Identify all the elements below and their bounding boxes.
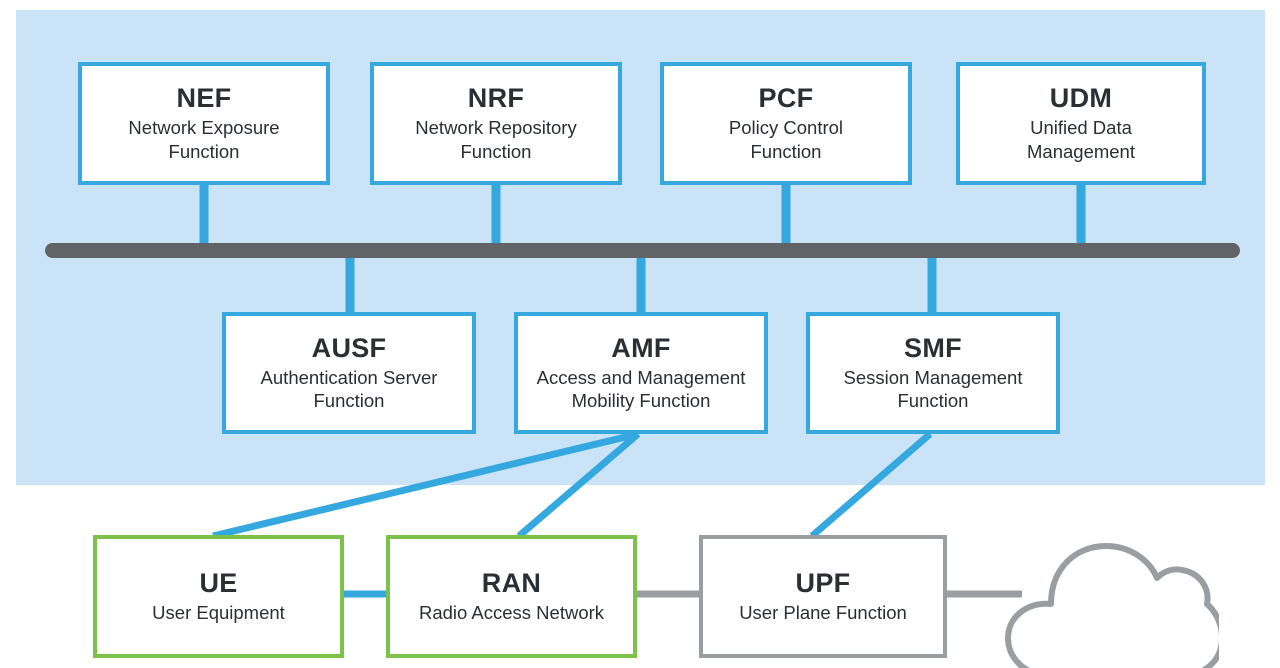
node-upf[interactable]: UPF User Plane Function <box>699 535 947 658</box>
node-amf-acronym: AMF <box>611 332 671 363</box>
node-ran-acronym: RAN <box>481 567 542 598</box>
node-udm-acronym: UDM <box>1049 83 1113 114</box>
node-ran[interactable]: RAN Radio Access Network <box>386 535 637 658</box>
node-upf-description: User Plane Function <box>739 601 907 623</box>
data-network-cloud <box>1005 543 1219 668</box>
node-nef[interactable]: NEF Network Exposure Function <box>78 62 330 185</box>
node-nrf-acronym: NRF <box>467 83 525 114</box>
node-ausf-description: Authentication Server Function <box>260 366 438 412</box>
node-smf[interactable]: SMF Session Management Function <box>806 312 1060 434</box>
node-ue-description: User Equipment <box>152 601 285 623</box>
node-amf[interactable]: AMF Access and Management Mobility Funct… <box>514 312 768 434</box>
node-nrf-description: Network Repository Function <box>415 117 577 162</box>
node-udm-description: Unified Data Management <box>1027 117 1135 162</box>
node-udm[interactable]: UDM Unified Data Management <box>956 62 1206 185</box>
node-smf-description: Session Management Function <box>843 366 1023 412</box>
connector-smf-upf <box>809 431 933 539</box>
node-ausf-acronym: AUSF <box>311 332 387 363</box>
node-nrf[interactable]: NRF Network Repository Function <box>370 62 622 185</box>
node-pcf-acronym: PCF <box>758 83 814 114</box>
node-ran-description: Radio Access Network <box>418 601 605 623</box>
node-pcf-description: Policy Control Function <box>728 117 844 162</box>
node-ausf[interactable]: AUSF Authentication Server Function <box>222 312 476 434</box>
node-ue[interactable]: UE User Equipment <box>93 535 344 658</box>
node-smf-acronym: SMF <box>904 332 962 363</box>
service-based-interface-bus <box>45 243 1240 258</box>
node-upf-acronym: UPF <box>795 567 851 598</box>
node-nef-description: Network Exposure Function <box>128 117 280 162</box>
diagram-canvas: NEF Network Exposure Function NRF Networ… <box>0 0 1280 668</box>
node-amf-description: Access and Management Mobility Function <box>536 366 746 412</box>
node-pcf[interactable]: PCF Policy Control Function <box>660 62 912 185</box>
node-nef-acronym: NEF <box>176 83 232 114</box>
node-ue-acronym: UE <box>199 567 238 598</box>
